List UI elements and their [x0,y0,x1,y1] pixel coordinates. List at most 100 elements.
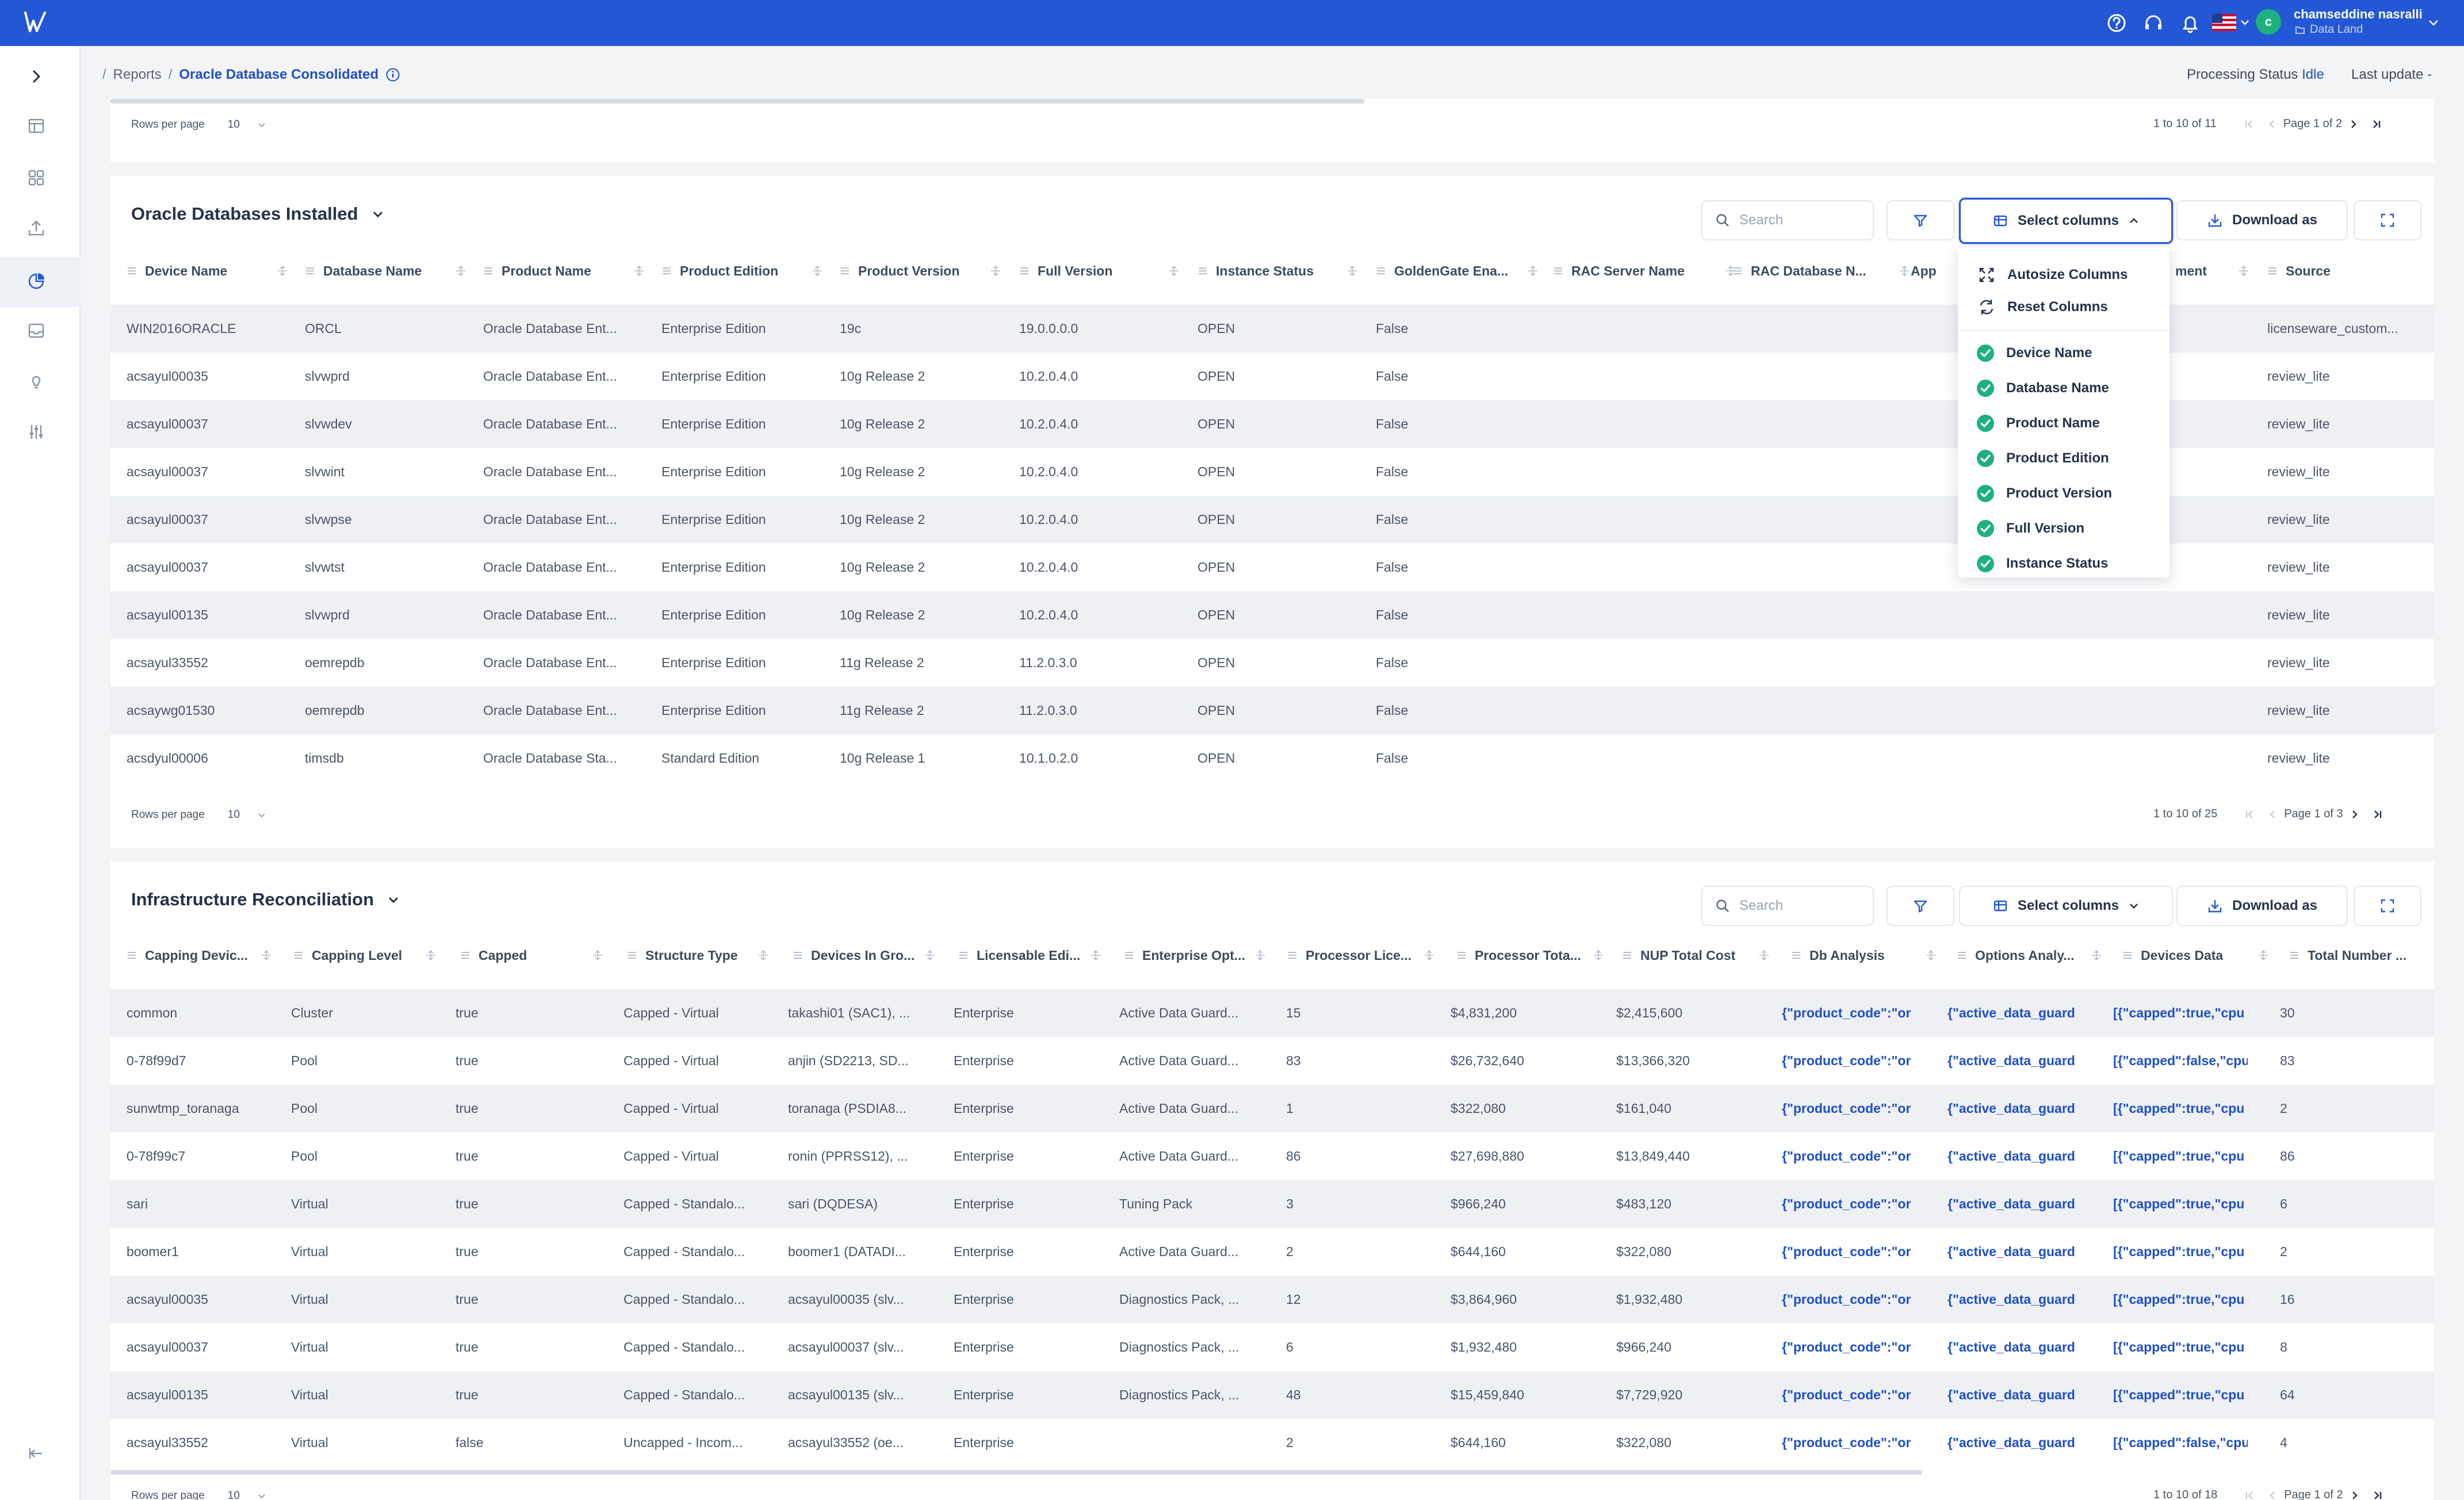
column-resize-handle-icon[interactable] [1347,266,1357,276]
filter-button[interactable] [1887,886,1954,926]
column-menu-icon[interactable] [127,950,137,961]
column-resize-handle-icon[interactable] [1424,950,1434,961]
table-row[interactable]: acsayul00135 Virtual true Capped - Standalo… [110,1371,2434,1419]
table-row[interactable]: acsaywg01530 oemrepdb Oracle Database Ent.… [110,687,2434,734]
expand-sidebar-chevron-right-icon[interactable] [26,67,46,86]
fullscreen-button[interactable] [2354,200,2421,240]
column-header[interactable]: Instance Status [1197,251,1341,291]
column-header[interactable]: Capped [460,935,587,975]
autosize-columns-item[interactable]: Autosize Columns [1977,263,2128,286]
column-menu-icon[interactable] [483,266,493,276]
column-header[interactable]: Devices In Gro... [793,935,925,975]
column-header[interactable]: Db Analysis [1791,935,1926,975]
column-toggle-item[interactable]: Product Version [1976,482,2112,505]
column-resize-handle-icon[interactable] [990,266,1001,276]
search-input[interactable] [1739,212,1854,228]
column-menu-icon[interactable] [958,950,969,961]
column-header[interactable]: Product Version [840,251,984,291]
column-toggle-item[interactable]: Instance Status [1976,552,2108,575]
column-resize-handle-icon[interactable] [2258,950,2268,961]
table-row[interactable]: sari Virtual true Capped - Standalo... sari … [110,1180,2434,1228]
column-resize-handle-icon[interactable] [261,950,271,961]
dashboard-layout-icon[interactable] [26,116,46,136]
column-header[interactable]: Full Version [1019,251,1163,291]
rows-per-page-select[interactable]: 10 [228,1490,240,1500]
chevron-down-icon[interactable] [387,893,400,906]
column-toggle-item[interactable]: Device Name [1976,342,2092,365]
chevron-down-icon[interactable] [257,120,266,129]
column-menu-icon[interactable] [2289,950,2300,961]
column-header[interactable]: Capping Devic... [127,935,254,975]
column-resize-handle-icon[interactable] [2239,266,2249,276]
column-menu-icon[interactable] [661,266,672,276]
column-resize-handle-icon[interactable] [634,266,644,276]
column-resize-handle-icon[interactable] [812,266,822,276]
column-menu-icon[interactable] [1287,950,1298,961]
language-flag-icon[interactable] [2212,14,2236,31]
table-row[interactable]: boomer1 Virtual true Capped - Standalo... bo… [110,1228,2434,1276]
first-page-icon[interactable] [2243,118,2255,130]
column-menu-icon[interactable] [1197,266,1208,276]
download-as-button[interactable]: Download as [2176,886,2348,926]
column-toggle-item[interactable]: Database Name [1976,377,2109,400]
column-menu-icon[interactable] [127,266,137,276]
previous-page-icon[interactable] [2267,1490,2278,1500]
column-menu-icon[interactable] [627,950,637,961]
check-circle-icon[interactable] [1976,554,1995,573]
column-menu-icon[interactable] [1456,950,1467,961]
chevron-down-icon[interactable] [371,207,385,221]
column-toggle-item[interactable]: Full Version [1976,517,2084,540]
column-header[interactable]: Licensable Edi... [958,935,1086,975]
notifications-bell-icon[interactable] [2179,12,2202,35]
info-icon[interactable] [385,67,400,82]
search-box[interactable] [1701,200,1874,240]
column-header[interactable]: Options Analy... [1957,935,2091,975]
column-resize-handle-icon[interactable] [1091,950,1101,961]
column-header[interactable]: Product Edition [661,251,805,291]
reset-columns-item[interactable]: Reset Columns [1977,296,2108,319]
column-resize-handle-icon[interactable] [1528,266,1538,276]
card-title[interactable]: Infrastructure Reconciliation [131,889,400,910]
table-row[interactable]: acsdyul00006 timsdb Oracle Database Sta...… [110,734,2434,782]
column-resize-handle-icon[interactable] [426,950,436,961]
column-menu-icon[interactable] [1957,950,1967,961]
first-page-icon[interactable] [2244,809,2255,820]
settings-sliders-icon[interactable] [26,422,46,442]
table-row[interactable]: acsayul33552 Virtual false Uncapped - Incom… [110,1419,2434,1467]
column-header[interactable]: Processor Tota... [1456,935,1591,975]
check-circle-icon[interactable] [1976,449,1995,468]
column-header[interactable]: Capping Level [293,935,421,975]
column-header[interactable]: Source [2267,251,2417,291]
column-resize-handle-icon[interactable] [1255,950,1265,961]
column-menu-icon[interactable] [1791,950,1801,961]
column-resize-handle-icon[interactable] [758,950,768,961]
column-header[interactable]: Device Name [127,251,270,291]
column-header[interactable]: NUP Total Cost [1622,935,1757,975]
select-columns-button[interactable]: Select columns [1959,198,2173,244]
column-toggle-item[interactable]: Product Name [1976,412,2100,435]
previous-page-icon[interactable] [2266,118,2278,130]
user-menu-chevron-down-icon[interactable] [2427,16,2440,29]
next-page-icon[interactable] [2349,1490,2360,1500]
column-resize-handle-icon[interactable] [1899,266,1910,276]
column-resize-handle-icon[interactable] [925,950,935,961]
column-menu-icon[interactable] [1019,266,1030,276]
check-circle-icon[interactable] [1976,379,1995,397]
check-circle-icon[interactable] [1976,519,1995,538]
column-menu-icon[interactable] [1732,266,1743,276]
column-menu-icon[interactable] [1124,950,1134,961]
check-circle-icon[interactable] [1976,344,1995,362]
download-as-button[interactable]: Download as [2176,200,2348,240]
search-input[interactable] [1739,898,1854,914]
reports-pie-chart-icon[interactable] [26,271,46,291]
first-page-icon[interactable] [2244,1490,2255,1500]
table-row[interactable]: acsayul00035 Virtual true Capped - Standalo… [110,1276,2434,1323]
rows-per-page-select[interactable]: 10 [228,118,240,131]
fullscreen-button[interactable] [2354,886,2421,926]
upload-icon[interactable] [26,219,46,238]
check-circle-icon[interactable] [1976,484,1995,503]
table-row[interactable]: acsayul33552 oemrepdb Oracle Database Ent.… [110,639,2434,687]
column-header[interactable]: Devices Data [2122,935,2257,975]
table-row[interactable]: 0-78f99c7 Pool true Capped - Virtual ronin (… [110,1132,2434,1180]
search-box[interactable] [1701,886,1874,926]
